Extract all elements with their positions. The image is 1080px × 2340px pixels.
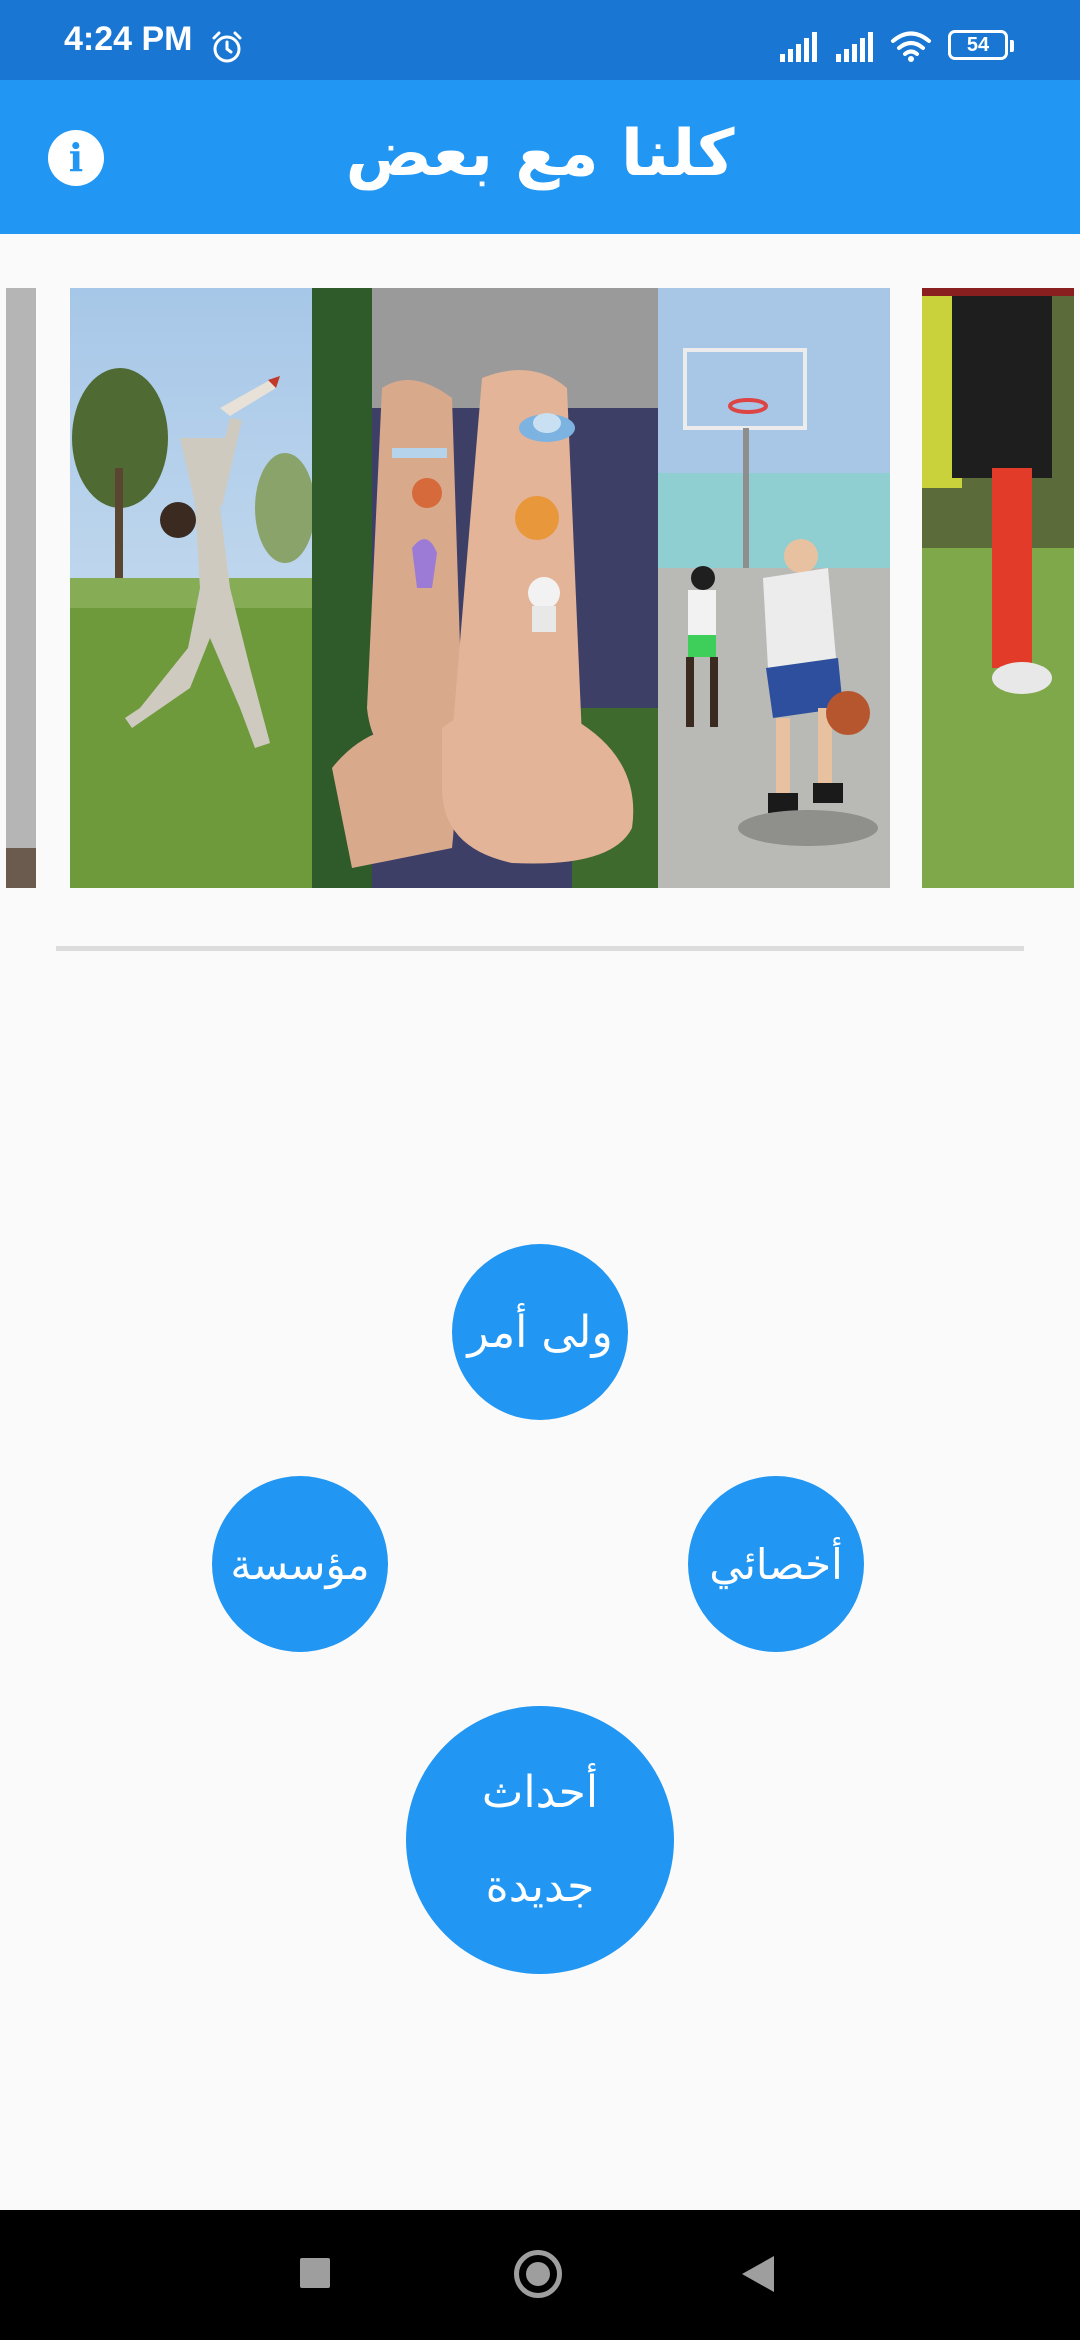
arms-with-space-tattoos-photo	[312, 288, 658, 888]
info-icon: i	[68, 135, 84, 180]
new-events-label-line2: جديدة	[485, 1861, 595, 1912]
alarm-icon	[212, 31, 242, 63]
info-button[interactable]: i	[48, 130, 104, 186]
navigation-bar	[0, 2210, 1080, 2340]
new-events-button[interactable]: أحداث جديدة	[406, 1706, 674, 1974]
recent-apps-icon[interactable]	[300, 2258, 330, 2288]
new-events-label-line1: أحداث	[481, 1767, 599, 1818]
app-bar: i كلنا مع بعض	[0, 80, 1080, 234]
battery-icon: 54	[948, 30, 1014, 60]
status-bar: 4:24 PM 54	[0, 0, 1080, 80]
specialist-label: أخصائي	[709, 1539, 843, 1589]
guardian-label: ولى أمر	[467, 1306, 613, 1358]
guardian-button[interactable]: ولى أمر	[452, 1244, 628, 1420]
institution-button[interactable]: مؤسسة	[212, 1476, 388, 1652]
page-title: كلنا مع بعض	[345, 117, 735, 191]
kids-playing-basketball-photo	[658, 288, 890, 888]
signal-icon	[836, 32, 873, 62]
institution-label: مؤسسة	[230, 1539, 370, 1589]
back-icon[interactable]	[742, 2256, 774, 2292]
divider	[56, 946, 1024, 951]
carousel-slide-partial	[6, 288, 36, 888]
specialist-button[interactable]: أخصائي	[688, 1476, 864, 1652]
runner-legs-photo	[922, 288, 1074, 888]
kid-with-toy-rocket-photo	[70, 288, 312, 888]
status-time: 4:24 PM	[64, 20, 193, 58]
image-carousel[interactable]	[0, 288, 1080, 888]
home-icon[interactable]	[514, 2250, 562, 2298]
wifi-icon	[891, 31, 931, 62]
signal-icon	[780, 32, 817, 62]
